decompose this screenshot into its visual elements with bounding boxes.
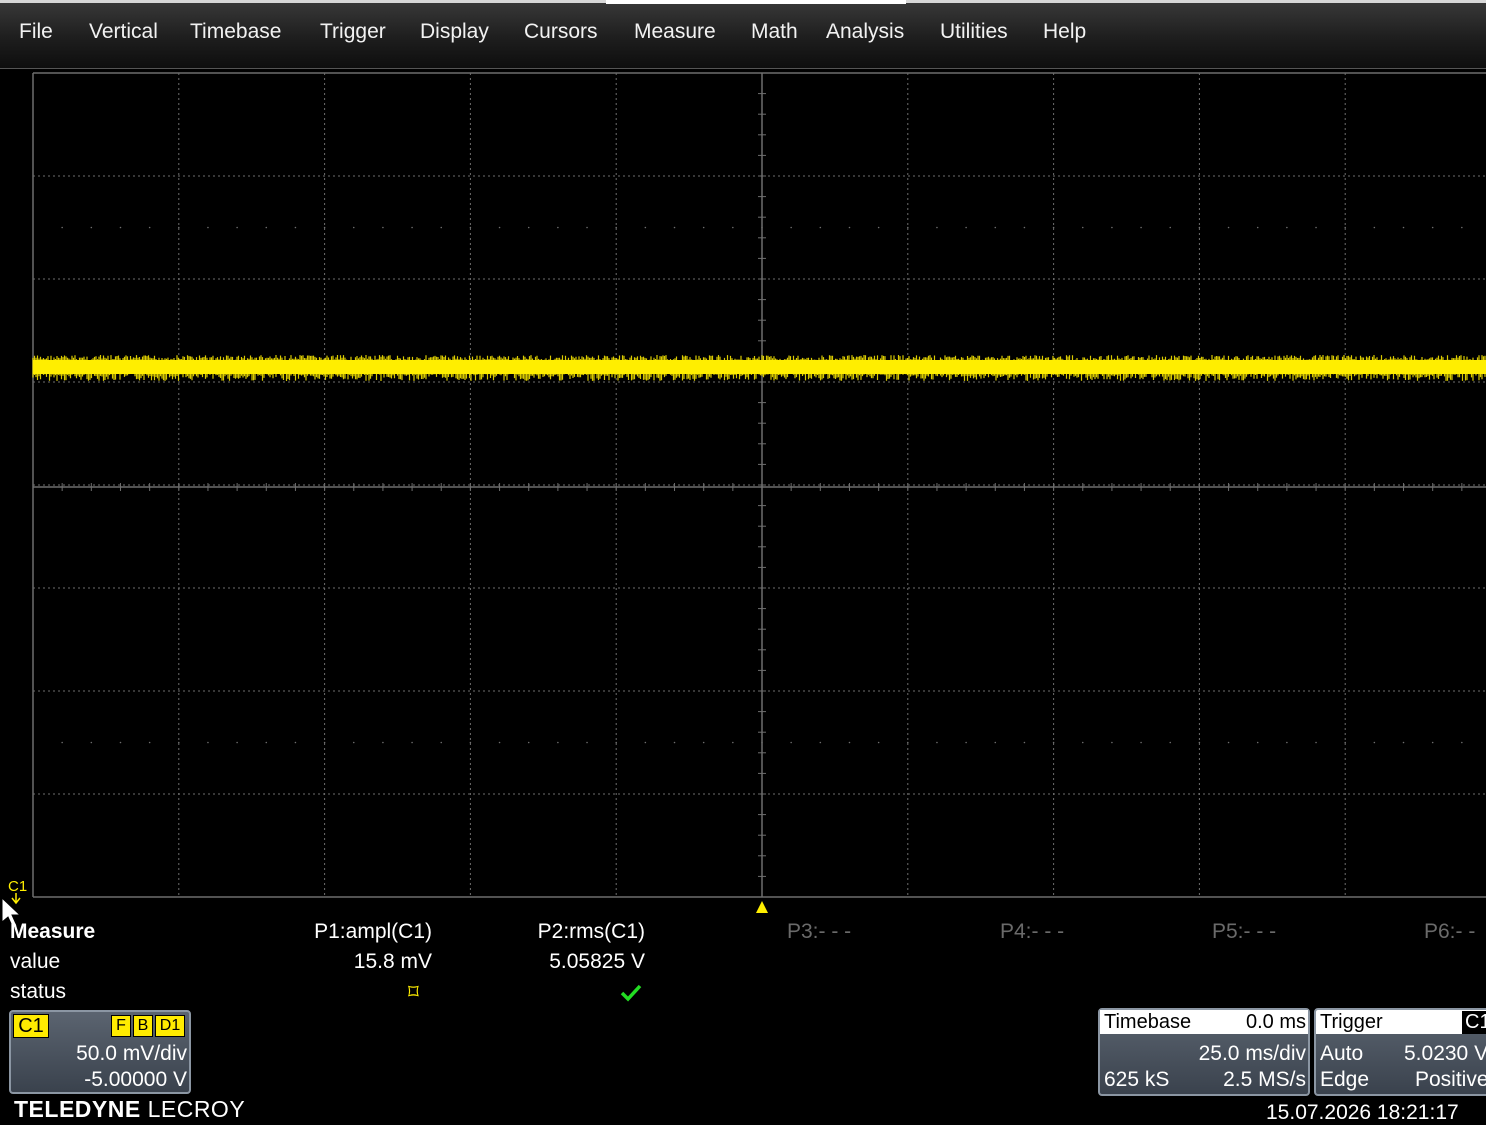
flag-f: F: [111, 1015, 131, 1037]
channel-c1-tag: C1: [13, 1014, 49, 1038]
measure-p1-label[interactable]: P1:ampl(C1): [272, 920, 432, 944]
measure-p3-label[interactable]: P3:- - -: [787, 920, 851, 944]
waveform-grid[interactable]: C1: [0, 0, 1486, 1125]
trigger-title: Trigger: [1320, 1011, 1383, 1033]
channel-offset: -5.00000 V: [84, 1068, 187, 1091]
trigger-mode: Auto: [1320, 1042, 1364, 1065]
flag-d1: D1: [155, 1015, 185, 1037]
measure-row-status-label: status: [10, 980, 67, 1003]
measure-row-value-label: value: [10, 950, 61, 973]
timebase-tdiv: 25.0 ms/div: [1198, 1042, 1306, 1065]
timebase-sample-rate: 2.5 MS/s: [1223, 1068, 1306, 1091]
invalid-status-icon: ⌑: [408, 981, 419, 1004]
channel-c1-descriptor[interactable]: C1 F B D1 50.0 mV/div -5.00000 V: [9, 1010, 191, 1094]
timebase-descriptor[interactable]: Timebase 0.0 ms 25.0 ms/div 625 kS 2.5 M…: [1098, 1008, 1310, 1096]
check-icon: [620, 984, 642, 1002]
channel-trace-c1: [32, 355, 1486, 381]
measure-p1-value: 15.8 mV: [353, 950, 432, 973]
channel-ground-marker[interactable]: C1: [8, 878, 27, 895]
timebase-samples: 625 kS: [1104, 1068, 1170, 1091]
trigger-slope: Positive: [1415, 1068, 1486, 1091]
measure-p6-label[interactable]: P6:- -: [1424, 920, 1475, 944]
measure-title[interactable]: Measure: [10, 920, 95, 944]
measure-p2-label[interactable]: P2:rms(C1): [486, 920, 645, 944]
timebase-delay: 0.0 ms: [1245, 1011, 1306, 1033]
timebase-title: Timebase: [1104, 1011, 1192, 1033]
measure-p4-label[interactable]: P4:- - -: [1000, 920, 1064, 944]
measure-p5-label[interactable]: P5:- - -: [1212, 920, 1276, 944]
trigger-descriptor[interactable]: Trigger C1 Auto 5.0230 V Edge Positive: [1314, 1008, 1486, 1096]
trigger-header: Trigger C1: [1316, 1010, 1486, 1034]
teledyne-lecroy-logo: TELEDYNE LECROY: [14, 1096, 246, 1122]
channel-vdiv: 50.0 mV/div: [76, 1042, 187, 1065]
date-time: 15.07.2026 18:21:17: [1266, 1101, 1459, 1124]
grid-lines: [32, 72, 1486, 898]
trigger-position-marker[interactable]: [756, 901, 768, 913]
trigger-type: Edge: [1320, 1068, 1370, 1091]
timebase-header: Timebase 0.0 ms: [1100, 1010, 1308, 1034]
trigger-level: 5.0230 V: [1404, 1042, 1486, 1065]
trigger-source: C1: [1462, 1011, 1486, 1034]
measure-p2-value: 5.05825 V: [549, 950, 645, 973]
flag-b: B: [133, 1015, 153, 1037]
